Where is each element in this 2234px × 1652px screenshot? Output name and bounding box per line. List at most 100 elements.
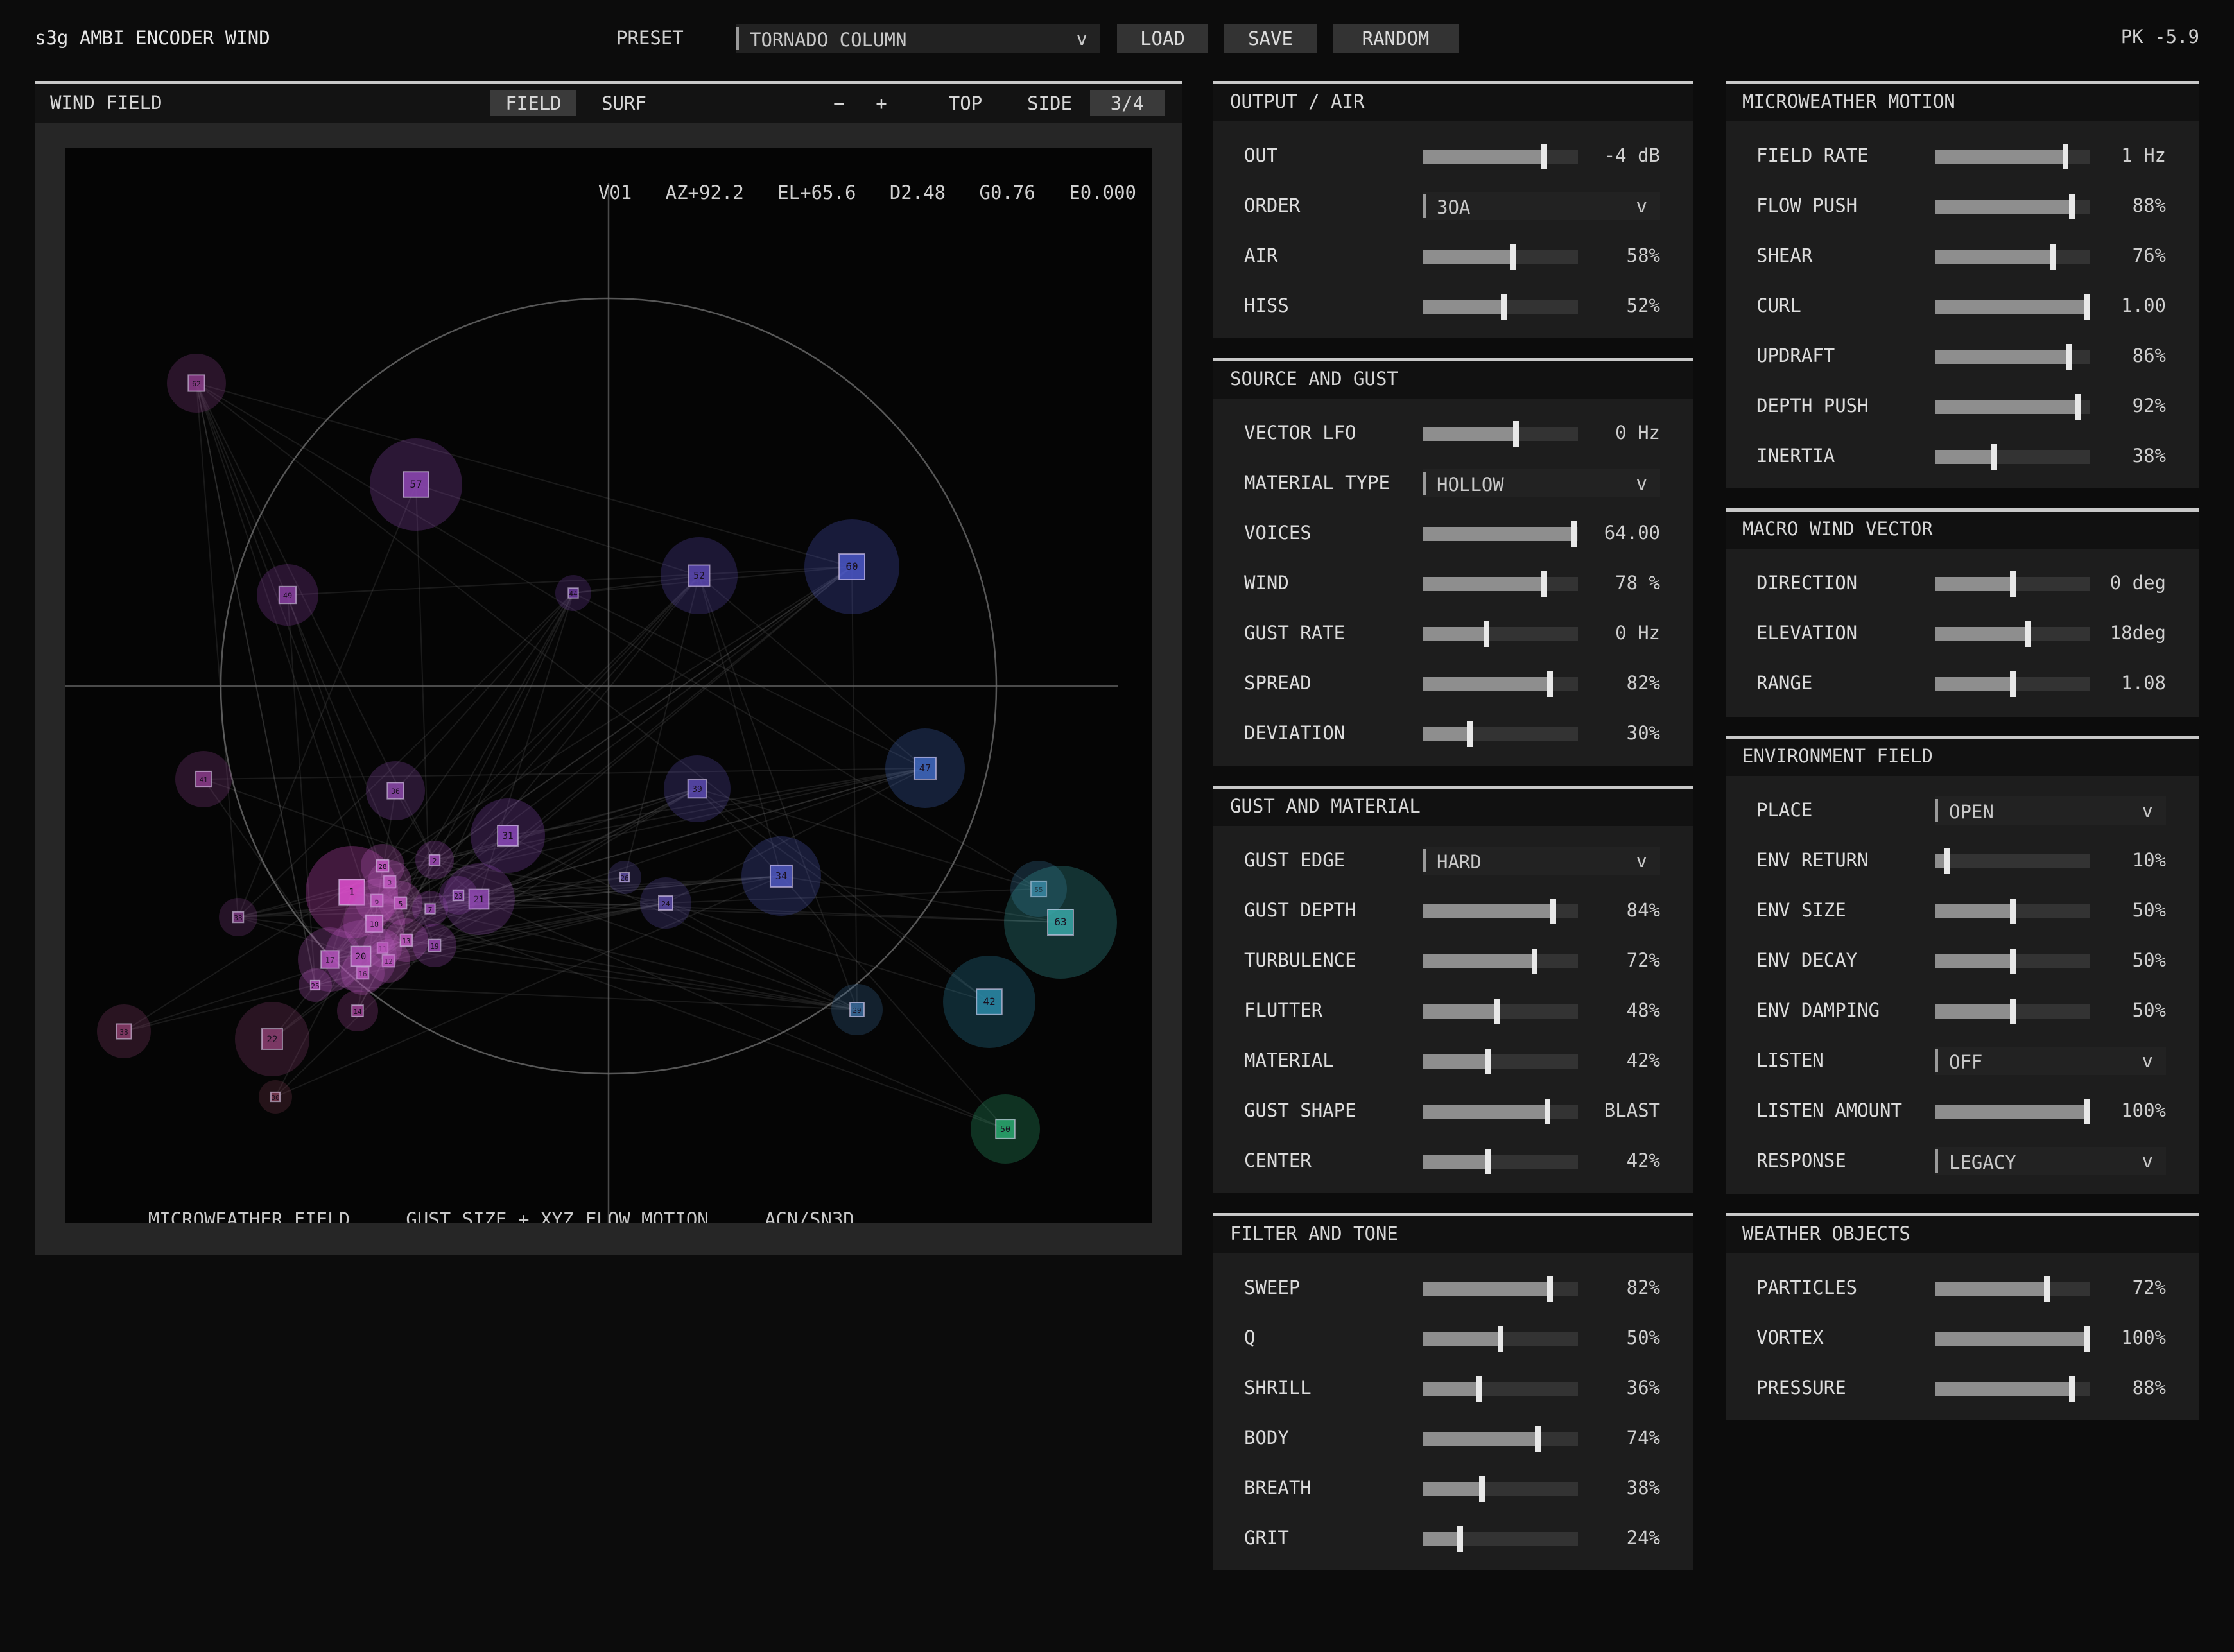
env-return-slider[interactable]: [1935, 848, 2090, 874]
gust-shape-slider[interactable]: [1423, 1099, 1578, 1124]
sweep-slider[interactable]: [1423, 1276, 1578, 1302]
voice-node-25[interactable]: 25: [299, 968, 332, 1002]
slider-handle[interactable]: [1550, 899, 1556, 924]
preset-select[interactable]: TORNADO COLUMN v: [736, 24, 1100, 53]
pressure-slider[interactable]: [1935, 1376, 2090, 1402]
voice-node-52[interactable]: 52: [661, 537, 738, 614]
flow-push-slider[interactable]: [1935, 194, 2090, 219]
slider-handle[interactable]: [2010, 999, 2016, 1024]
slider-handle[interactable]: [1485, 1149, 1491, 1174]
slider-handle[interactable]: [2063, 144, 2068, 169]
flutter-slider[interactable]: [1423, 999, 1578, 1024]
voice-node-42[interactable]: 42: [943, 956, 1035, 1048]
slider-handle[interactable]: [1501, 294, 1507, 320]
slider-handle[interactable]: [2084, 294, 2090, 320]
zoom-out-button[interactable]: −: [823, 90, 855, 116]
voice-node-24[interactable]: 24: [640, 877, 691, 929]
voice-node-44[interactable]: 44: [555, 575, 591, 611]
slider-handle[interactable]: [1545, 1099, 1550, 1124]
voice-node-29[interactable]: 29: [831, 984, 883, 1035]
slider-handle[interactable]: [1532, 949, 1537, 974]
slider-handle[interactable]: [1547, 1276, 1553, 1302]
listen-select[interactable]: OFF v: [1935, 1047, 2166, 1075]
slider-handle[interactable]: [1484, 621, 1489, 647]
range-slider[interactable]: [1935, 671, 2090, 697]
slider-handle[interactable]: [2066, 344, 2072, 370]
inertia-slider[interactable]: [1935, 444, 2090, 470]
q-slider[interactable]: [1423, 1326, 1578, 1352]
voice-node-28[interactable]: 28: [361, 844, 404, 888]
wind-slider[interactable]: [1423, 571, 1578, 597]
particles-slider[interactable]: [1935, 1276, 2090, 1302]
slider-handle[interactable]: [1944, 848, 1950, 874]
slider-handle[interactable]: [1498, 1326, 1503, 1352]
shear-slider[interactable]: [1935, 244, 2090, 270]
voice-node-33[interactable]: 33: [219, 898, 257, 936]
slider-handle[interactable]: [1476, 1376, 1482, 1402]
slider-handle[interactable]: [2075, 394, 2081, 420]
updraft-slider[interactable]: [1935, 344, 2090, 370]
voice-node-39[interactable]: 39: [664, 755, 731, 822]
slider-handle[interactable]: [1547, 671, 1553, 697]
voice-node-31[interactable]: 31: [471, 798, 545, 873]
voice-node-62[interactable]: 62: [167, 354, 226, 413]
voice-node-34[interactable]: 34: [741, 836, 821, 916]
spread-slider[interactable]: [1423, 671, 1578, 697]
gust-depth-slider[interactable]: [1423, 899, 1578, 924]
voice-node-49[interactable]: 49: [257, 564, 318, 626]
out-slider[interactable]: [1423, 144, 1578, 169]
slider-handle[interactable]: [1485, 1049, 1491, 1074]
vortex-slider[interactable]: [1935, 1326, 2090, 1352]
slider-handle[interactable]: [2010, 899, 2016, 924]
voice-node-57[interactable]: 57: [370, 438, 462, 531]
response-select[interactable]: LEGACY v: [1935, 1147, 2166, 1175]
voice-node-36[interactable]: 36: [366, 761, 425, 820]
view-3-4-button[interactable]: 3/4: [1090, 90, 1165, 116]
deviation-slider[interactable]: [1423, 721, 1578, 747]
slider-handle[interactable]: [2069, 1376, 2075, 1402]
slider-handle[interactable]: [1494, 999, 1500, 1024]
place-select[interactable]: OPEN v: [1935, 796, 2166, 825]
voice-node-47[interactable]: 47: [885, 728, 965, 808]
slider-handle[interactable]: [1571, 521, 1577, 547]
slider-handle[interactable]: [1535, 1426, 1541, 1452]
voice-node-20[interactable]: 20: [325, 920, 397, 992]
center-slider[interactable]: [1423, 1149, 1578, 1174]
listen-amount-slider[interactable]: [1935, 1099, 2090, 1124]
voice-node-2[interactable]: 2: [415, 841, 454, 879]
shrill-slider[interactable]: [1423, 1376, 1578, 1402]
elevation-slider[interactable]: [1935, 621, 2090, 647]
slider-handle[interactable]: [1513, 421, 1519, 447]
slider-handle[interactable]: [1541, 571, 1547, 597]
env-damping-slider[interactable]: [1935, 999, 2090, 1024]
load-button[interactable]: LOAD: [1117, 24, 1208, 53]
voice-node-50[interactable]: 50: [971, 1094, 1040, 1164]
voice-node-26[interactable]: 26: [608, 861, 641, 894]
order-select[interactable]: 3OA v: [1423, 192, 1660, 220]
slider-handle[interactable]: [1467, 721, 1473, 747]
air-slider[interactable]: [1423, 244, 1578, 270]
voice-node-41[interactable]: 41: [175, 751, 232, 807]
slider-handle[interactable]: [2010, 671, 2016, 697]
voice-node-19[interactable]: 19: [413, 924, 456, 967]
material-type-select[interactable]: HOLLOW v: [1423, 469, 1660, 497]
voice-node-22[interactable]: 22: [235, 1002, 309, 1076]
wind-field-canvas[interactable]: 1 2 3 5 6 7 11 12 13 14 16 17 18 19 20 21 22 23 24 25 26 28 29…: [65, 148, 1152, 1223]
view-top-button[interactable]: TOP: [933, 90, 998, 116]
voices-slider[interactable]: [1423, 521, 1578, 547]
slider-handle[interactable]: [1541, 144, 1547, 169]
body-slider[interactable]: [1423, 1426, 1578, 1452]
slider-handle[interactable]: [2050, 244, 2056, 270]
slider-handle[interactable]: [1991, 444, 1997, 470]
turbulence-slider[interactable]: [1423, 949, 1578, 974]
save-button[interactable]: SAVE: [1224, 24, 1317, 53]
random-button[interactable]: RANDOM: [1333, 24, 1459, 53]
slider-handle[interactable]: [2084, 1099, 2090, 1124]
voice-node-38[interactable]: 38: [97, 1004, 151, 1058]
hiss-slider[interactable]: [1423, 294, 1578, 320]
voice-nodes[interactable]: 1235671112131416171819202122232425262829…: [97, 354, 1117, 1164]
field-rate-slider[interactable]: [1935, 144, 2090, 169]
slider-handle[interactable]: [1457, 1526, 1463, 1552]
slider-handle[interactable]: [2044, 1276, 2050, 1302]
voice-node-60[interactable]: 60: [804, 519, 899, 614]
